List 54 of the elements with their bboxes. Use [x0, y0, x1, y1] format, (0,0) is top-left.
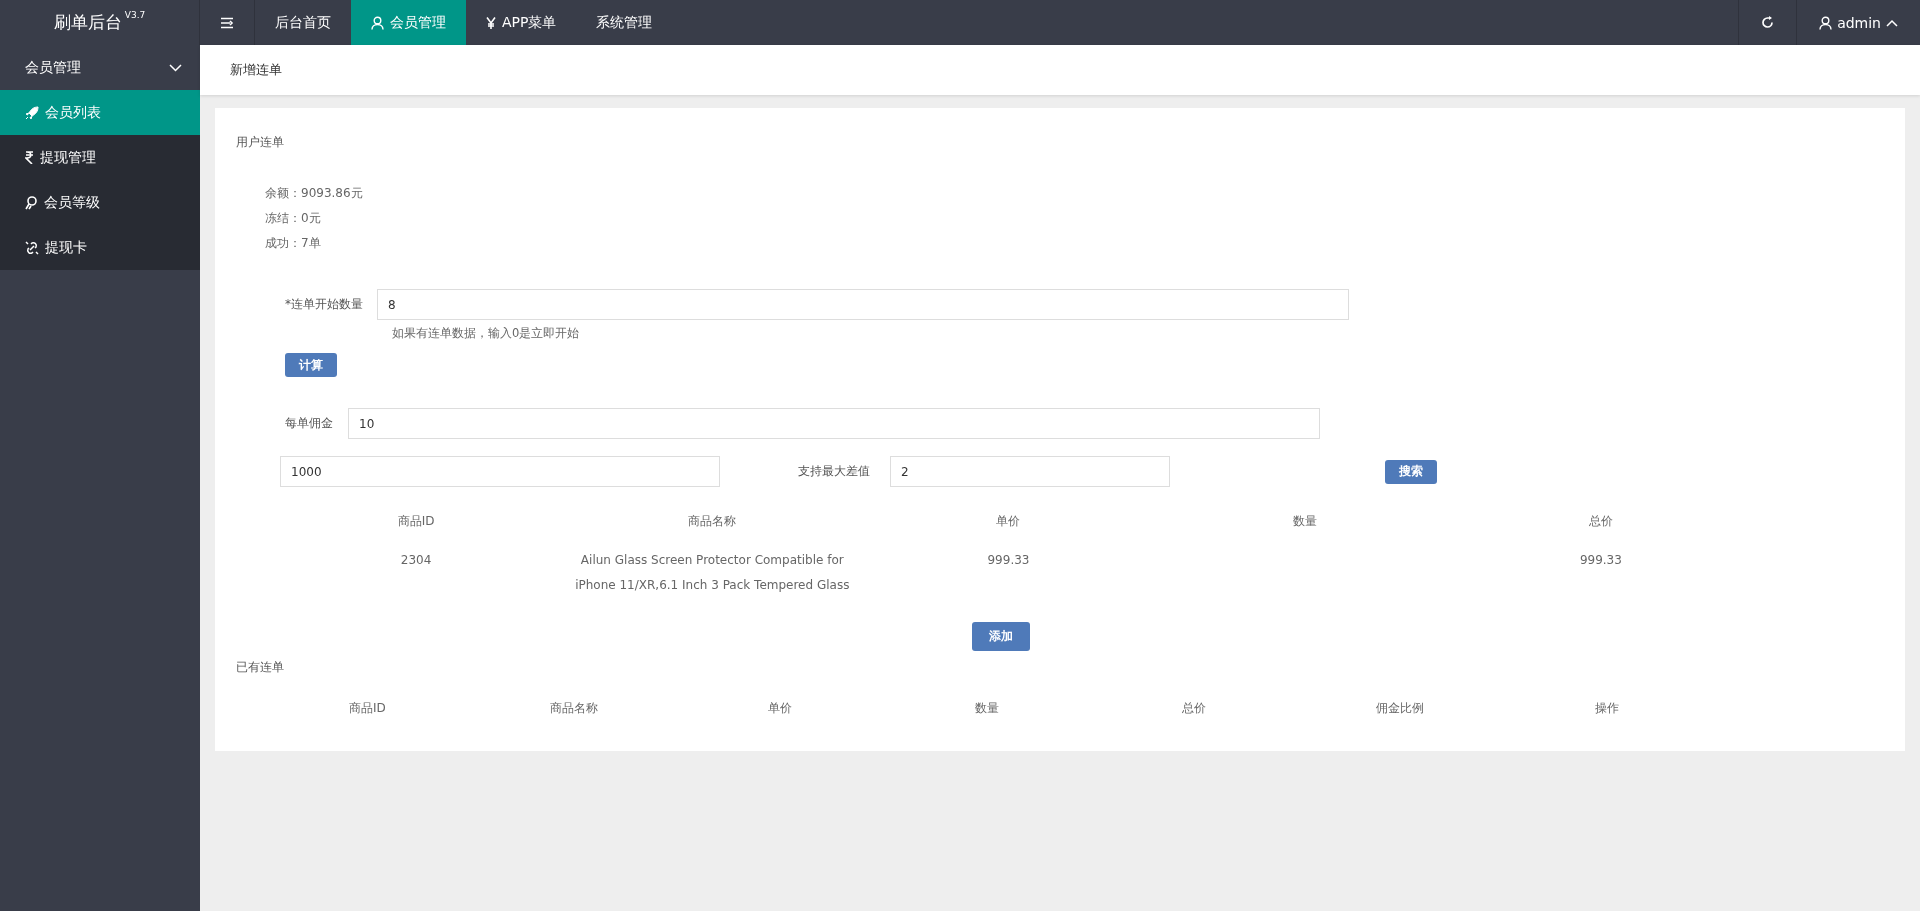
breadcrumb: 新增连单 [200, 45, 1920, 95]
sidebar-item[interactable]: 会员列表 [0, 90, 200, 135]
column-header: 单价 [995, 513, 1022, 530]
caret-icon [1886, 18, 1898, 27]
sidebar-item[interactable]: 提现管理 [0, 135, 200, 180]
version-label: V3.7 [124, 10, 146, 20]
column-header: 单价 [767, 700, 794, 717]
nav-tab[interactable]: 后台首页 [255, 0, 351, 45]
hint-text: 如果有连单数据，输入0是立即开始 [392, 326, 581, 341]
column-header: 商品ID [347, 700, 387, 717]
menu-icon [220, 16, 234, 29]
stat-text: 成功：7单 [265, 235, 322, 252]
column-header: 商品名称 [548, 700, 599, 717]
stat-text: 余额：9093.86元 [265, 185, 364, 202]
user-icon [371, 15, 384, 30]
column-header: 商品ID [396, 513, 436, 530]
logo-title: 刷单后台 [53, 11, 122, 34]
refresh-icon [1761, 16, 1775, 29]
column-header: 数量 [1291, 513, 1318, 530]
input-field[interactable]: 1000 [280, 456, 720, 487]
sidebar-item[interactable]: 提现卡 [0, 225, 200, 270]
table-cell-text: 999.33 [986, 552, 1031, 569]
yen-icon [486, 16, 496, 29]
column-header: 总价 [1180, 700, 1207, 717]
user-icon [1819, 15, 1833, 30]
input-field[interactable]: 8 [377, 289, 1349, 320]
table-cell-text: Ailun Glass Screen Protector Compatible for iPhone 11/XR,6.1 Inch 3 Pack Tempered Glass [574, 552, 851, 594]
award-icon [25, 195, 38, 210]
column-header: 总价 [1587, 513, 1614, 530]
rocket-icon [25, 105, 39, 120]
input-field[interactable]: 2 [890, 456, 1170, 487]
column-header: 数量 [974, 700, 1000, 717]
stat-text: 冻结：0元 [265, 210, 322, 227]
nav-tab[interactable]: 系统管理 [576, 0, 673, 45]
chevron-icon [169, 63, 182, 72]
sidebar-item[interactable]: 会员等级 [0, 180, 200, 225]
input-field[interactable]: 10 [348, 408, 1320, 439]
calculate-button[interactable]: 计算 [285, 353, 337, 377]
column-header: 佣金比例 [1375, 700, 1426, 717]
table-cell-text: 999.33 [1578, 552, 1623, 569]
field-label: *连单开始数量 [285, 296, 364, 313]
field-label: 每单佣金 [285, 415, 334, 432]
section-title: 用户连单 [236, 134, 285, 151]
rupee-icon [25, 151, 34, 164]
link-icon [25, 240, 39, 255]
column-header: 商品名称 [687, 513, 738, 530]
column-header: 操作 [1593, 700, 1620, 717]
table-cell-text: 2304 [399, 552, 433, 569]
nav-tab[interactable]: 会员管理 [351, 0, 466, 45]
nav-tab[interactable]: APP菜单 [466, 0, 577, 45]
section-title: 已有连单 [236, 659, 285, 676]
search-button[interactable]: 搜索 [1385, 459, 1437, 484]
field-label: 支持最大差值 [798, 463, 871, 480]
add-button[interactable]: 添加 [971, 622, 1030, 651]
